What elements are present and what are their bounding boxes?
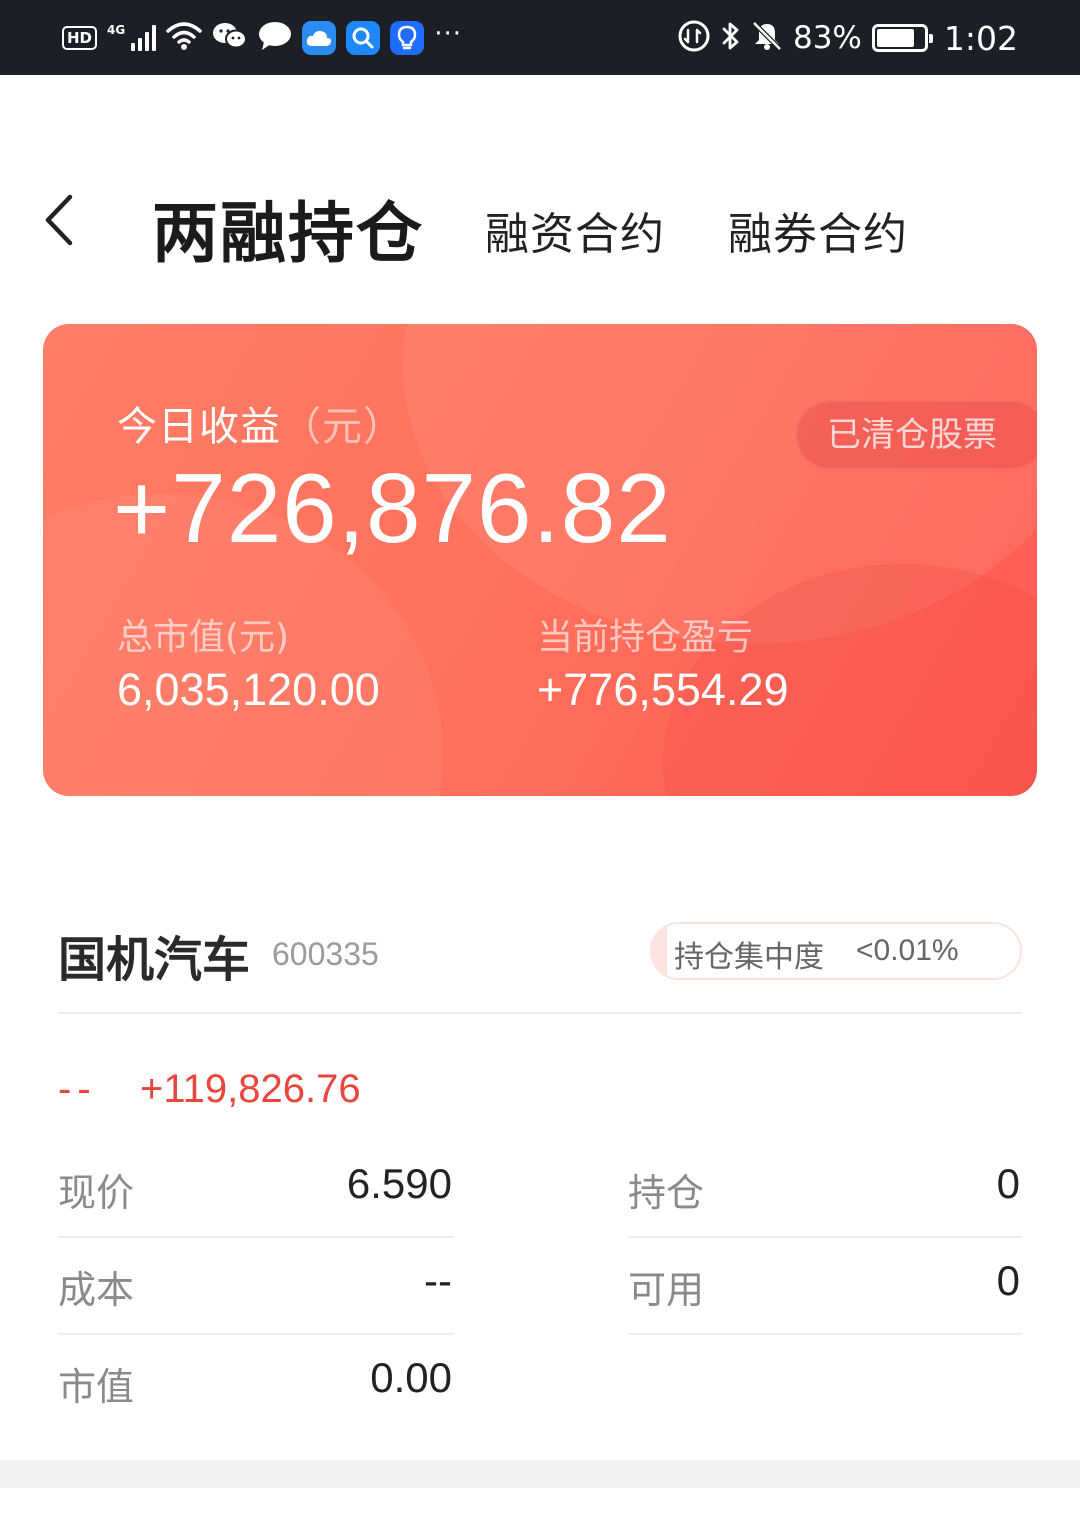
concentration-bar — [652, 924, 667, 978]
tab-securities-lending[interactable]: 融券合约 — [728, 198, 908, 262]
field-value: 0.00 — [370, 1354, 452, 1401]
stock-code: 600335 — [272, 936, 379, 972]
position-pnl-value: +776,554.29 — [537, 664, 789, 715]
data-icon — [677, 19, 711, 57]
battery-percent: 83% — [792, 20, 862, 56]
field-label: 市值 — [58, 1365, 135, 1409]
wifi-icon — [166, 21, 202, 55]
section-separator — [0, 1460, 1080, 1488]
bluetooth-icon — [721, 20, 741, 56]
field-label: 可用 — [628, 1268, 705, 1312]
today-profit-label-text: 今日收益 — [117, 404, 281, 450]
divider — [58, 1012, 1022, 1014]
top-navigation: 两融持仓 融资合约 融券合约 — [0, 160, 1080, 280]
holding-pnl-row: -- +119,826.76 — [58, 1064, 361, 1114]
battery-level — [876, 29, 914, 47]
field-position: 持仓 0 — [628, 1142, 1022, 1238]
back-button[interactable] — [34, 190, 84, 250]
bulb-app-icon — [390, 21, 425, 55]
clock: 1:02 — [943, 18, 1018, 58]
today-profit-value: +726,876.82 — [113, 453, 672, 563]
today-profit-label: 今日收益（元） — [117, 394, 404, 452]
network-type: 4G — [107, 23, 126, 37]
page-title[interactable]: 两融持仓 — [152, 180, 424, 276]
field-current-price: 现价 6.590 — [58, 1142, 454, 1238]
field-value: 0 — [996, 1257, 1020, 1304]
cloud-app-icon — [302, 21, 337, 55]
concentration-label: 持仓集中度 — [674, 940, 824, 975]
hd-icon: HD — [62, 26, 98, 50]
pnl-rate: -- — [58, 1066, 97, 1111]
market-value-label: 总市值(元) — [117, 617, 290, 658]
tab-margin-financing[interactable]: 融资合约 — [485, 198, 665, 262]
field-value: -- — [424, 1257, 452, 1304]
summary-card: 今日收益（元） +726,876.82 已清仓股票 总市值(元) 6,035,1… — [43, 324, 1037, 796]
cleared-stocks-button[interactable]: 已清仓股票 — [795, 400, 1037, 470]
concentration-value: <0.01% — [856, 934, 959, 967]
more-icon: ··· — [434, 19, 463, 49]
status-bar-right: 83% 1:02 — [677, 18, 1018, 58]
market-value: 6,035,120.00 — [117, 664, 380, 715]
field-value: 6.590 — [346, 1160, 452, 1207]
field-available: 可用 0 — [628, 1239, 1022, 1335]
concentration-badge: 持仓集中度 <0.01% — [650, 922, 1022, 980]
field-label: 现价 — [58, 1171, 135, 1215]
holding-header[interactable]: 国机汽车 600335 持仓集中度 <0.01% — [58, 920, 1022, 1012]
today-profit-unit: （元） — [281, 404, 404, 450]
field-cost: 成本 -- — [58, 1239, 454, 1335]
battery-icon — [871, 24, 933, 52]
chevron-left-icon — [45, 194, 73, 246]
wechat-icon — [212, 21, 248, 55]
signal-icon — [131, 25, 157, 51]
message-icon — [258, 21, 292, 55]
holding-pnl-value: +119,826.76 — [140, 1066, 361, 1111]
field-label: 成本 — [58, 1268, 135, 1312]
field-label: 持仓 — [628, 1171, 705, 1215]
position-pnl-label: 当前持仓盈亏 — [537, 617, 754, 658]
search-app-icon — [346, 21, 381, 55]
mute-icon — [751, 20, 783, 56]
field-market-value: 市值 0.00 — [58, 1336, 454, 1432]
status-bar-left: HD 4G ··· — [62, 18, 462, 58]
field-value: 0 — [996, 1160, 1020, 1207]
status-bar: HD 4G ··· 83% 1:02 — [0, 0, 1080, 75]
stock-name: 国机汽车 — [58, 932, 251, 988]
